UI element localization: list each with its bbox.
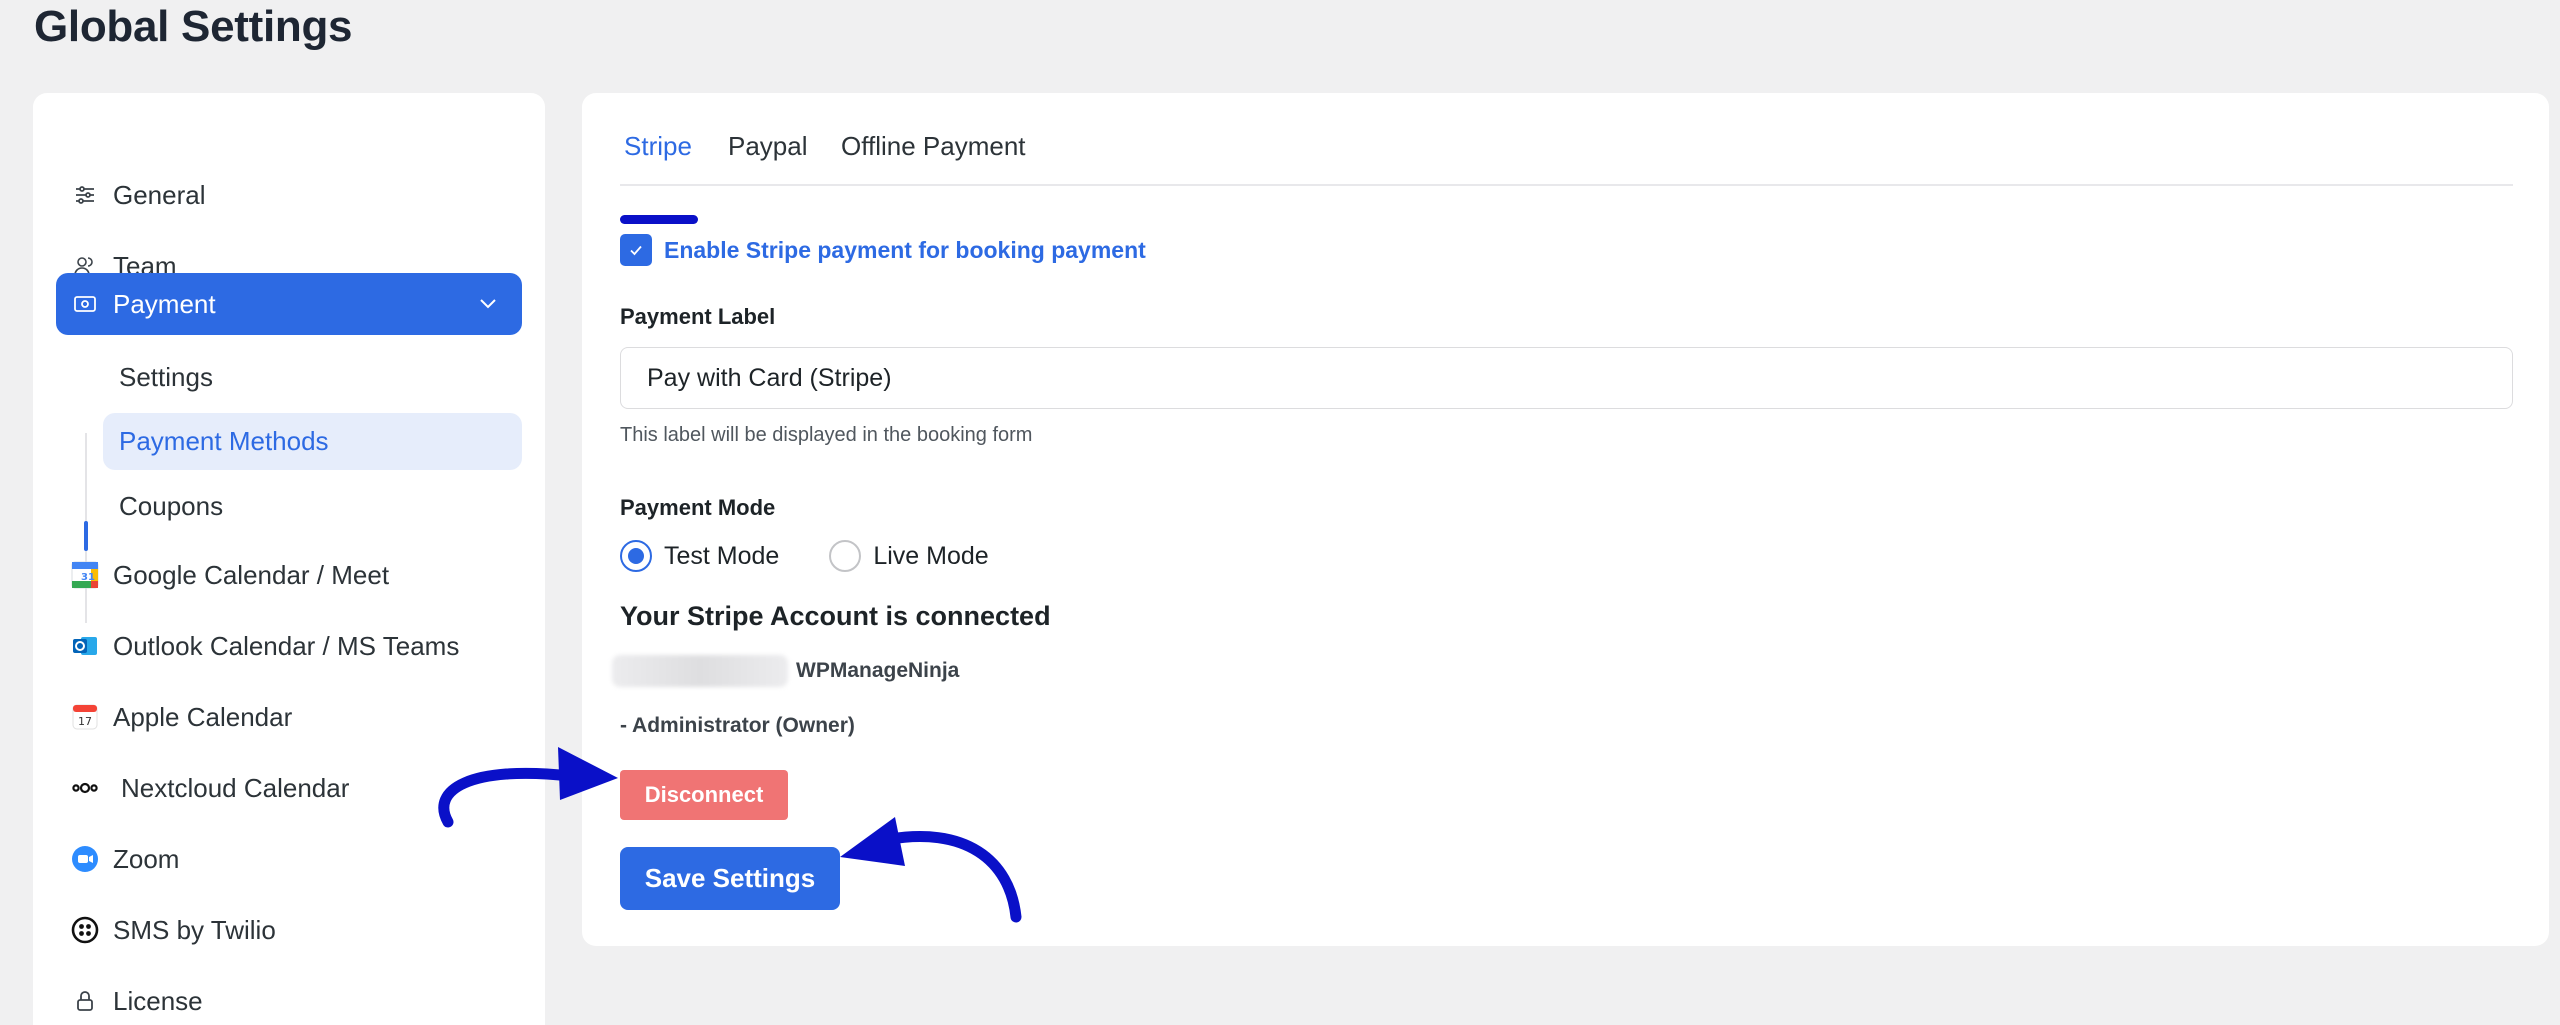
submenu-item-settings[interactable]: Settings — [103, 349, 522, 406]
tab-paypal[interactable]: Paypal — [728, 131, 808, 162]
sidebar-item-license[interactable]: License — [56, 970, 522, 1025]
tab-label: Stripe — [624, 131, 692, 161]
sliders-icon — [71, 181, 99, 209]
active-tab-indicator — [620, 215, 698, 224]
tab-stripe[interactable]: Stripe — [620, 131, 698, 224]
live-mode-label[interactable]: Live Mode — [873, 542, 988, 571]
input-value: Pay with Card (Stripe) — [647, 363, 892, 392]
outlook-icon — [71, 632, 99, 660]
test-mode-radio[interactable] — [620, 540, 652, 572]
sidebar-item-label: Payment — [113, 288, 216, 319]
account-name: WPManageNinja — [796, 659, 960, 682]
sidebar-item-payment[interactable]: Payment — [56, 273, 522, 335]
twilio-icon — [71, 916, 99, 944]
sidebar-item-label: Nextcloud Calendar — [121, 772, 350, 803]
sidebar: General Team Payment Settings Payment Me… — [33, 93, 545, 1025]
test-mode-label[interactable]: Test Mode — [664, 542, 779, 571]
page-title: Global Settings — [34, 2, 353, 51]
sidebar-item-label: Outlook Calendar / MS Teams — [113, 630, 460, 661]
account-role: - Administrator (Owner) — [620, 714, 855, 737]
redacted-account-email — [612, 655, 788, 687]
sidebar-item-label: Apple Calendar — [113, 701, 293, 732]
save-settings-button[interactable]: Save Settings — [620, 847, 840, 910]
payment-tabs: Stripe Paypal Offline Payment — [620, 93, 2513, 224]
payment-mode-heading: Payment Mode — [620, 495, 776, 520]
zoom-icon — [71, 845, 99, 873]
enable-stripe-row[interactable]: Enable Stripe payment for booking paymen… — [620, 234, 1146, 266]
svg-text:17: 17 — [78, 715, 92, 728]
apple-calendar-icon: 17 — [71, 703, 99, 731]
payment-icon — [71, 290, 99, 318]
svg-text:31: 31 — [81, 572, 95, 583]
sidebar-item-apple-calendar[interactable]: 17 Apple Calendar — [56, 686, 522, 748]
sidebar-item-label: Google Calendar / Meet — [113, 559, 390, 590]
check-icon — [630, 245, 642, 256]
google-calendar-icon: 31 — [71, 561, 99, 589]
disconnect-button[interactable]: Disconnect — [620, 770, 788, 820]
payment-label-heading: Payment Label — [620, 304, 776, 329]
payment-mode-radio-group: Test Mode Live Mode — [620, 540, 1039, 572]
tab-label: Offline Payment — [841, 131, 1026, 161]
submenu-item-payment-methods[interactable]: Payment Methods — [103, 413, 522, 470]
settings-panel: Stripe Paypal Offline Payment Enable Str… — [582, 93, 2549, 946]
submenu-item-label: Coupons — [119, 491, 224, 521]
chevron-down-icon — [476, 291, 500, 322]
sidebar-item-nextcloud[interactable]: Nextcloud Calendar — [56, 757, 522, 819]
tab-label: Paypal — [728, 131, 808, 161]
sidebar-item-zoom[interactable]: Zoom — [56, 828, 522, 890]
lock-icon — [71, 987, 99, 1015]
payment-label-input[interactable]: Pay with Card (Stripe) — [620, 347, 2513, 409]
submenu-item-coupons[interactable]: Coupons — [103, 478, 522, 535]
sidebar-item-google-calendar[interactable]: 31 Google Calendar / Meet — [56, 544, 522, 606]
sidebar-item-outlook[interactable]: Outlook Calendar / MS Teams — [56, 615, 522, 677]
sidebar-item-label: License — [113, 985, 203, 1016]
enable-stripe-label[interactable]: Enable Stripe payment for booking paymen… — [664, 237, 1146, 264]
sidebar-item-label: Zoom — [113, 843, 180, 874]
payment-label-help: This label will be displayed in the book… — [620, 424, 1033, 446]
enable-stripe-checkbox[interactable] — [620, 234, 652, 266]
stripe-connected-title: Your Stripe Account is connected — [620, 601, 1051, 631]
sidebar-item-general[interactable]: General — [56, 164, 522, 226]
sidebar-item-label: General — [113, 179, 206, 210]
tab-offline-payment[interactable]: Offline Payment — [841, 131, 1026, 162]
nextcloud-icon — [71, 774, 99, 802]
submenu-item-label: Payment Methods — [119, 426, 329, 456]
submenu-item-label: Settings — [119, 362, 213, 392]
sidebar-item-label: SMS by Twilio — [113, 914, 276, 945]
live-mode-radio[interactable] — [829, 540, 862, 572]
sidebar-item-twilio[interactable]: SMS by Twilio — [56, 899, 522, 961]
